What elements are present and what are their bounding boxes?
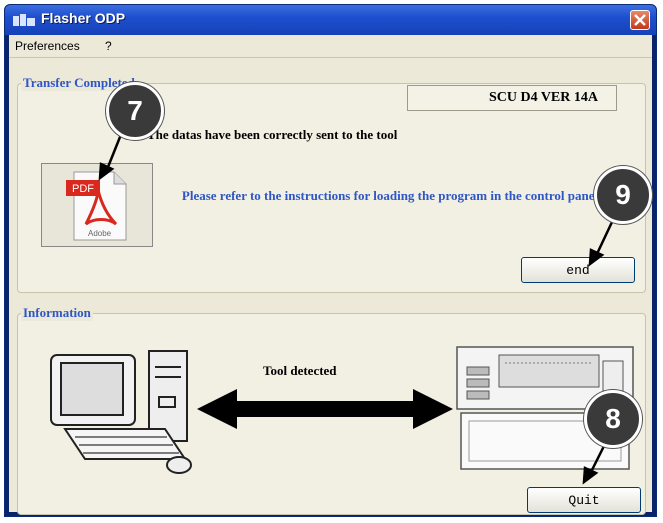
menu-bar: Preferences ? xyxy=(9,35,652,58)
computer-icon xyxy=(50,350,192,474)
menu-preferences[interactable]: Preferences xyxy=(15,39,80,53)
close-icon xyxy=(634,14,646,26)
quit-button[interactable]: Quit xyxy=(527,487,641,513)
version-field: SCU D4 VER 14A xyxy=(407,85,617,111)
callout-9: 9 xyxy=(594,166,652,224)
double-arrow-icon xyxy=(197,389,453,429)
transfer-success-message: The datas have been correctly sent to th… xyxy=(147,127,398,142)
callout-8: 8 xyxy=(584,390,642,448)
svg-text:PDF: PDF xyxy=(72,183,94,195)
pdf-frame: PDF Adobe xyxy=(41,163,153,247)
close-button[interactable] xyxy=(630,10,650,30)
pdf-document-icon: PDF Adobe xyxy=(66,171,127,241)
end-button[interactable]: end xyxy=(521,257,635,283)
tool-status-label: Tool detected xyxy=(263,363,337,378)
window-title: Flasher ODP xyxy=(41,10,126,26)
title-bar: Flasher ODP xyxy=(5,5,656,35)
callout-7: 7 xyxy=(106,82,164,140)
instructions-message: Please refer to the instructions for loa… xyxy=(181,188,599,203)
app-icon xyxy=(13,14,35,26)
menu-help[interactable]: ? xyxy=(105,39,112,53)
information-group-title: Information xyxy=(21,305,93,321)
svg-text:Adobe: Adobe xyxy=(88,229,112,238)
app-window: Flasher ODP Preferences ? Transfer Compl… xyxy=(4,4,657,517)
